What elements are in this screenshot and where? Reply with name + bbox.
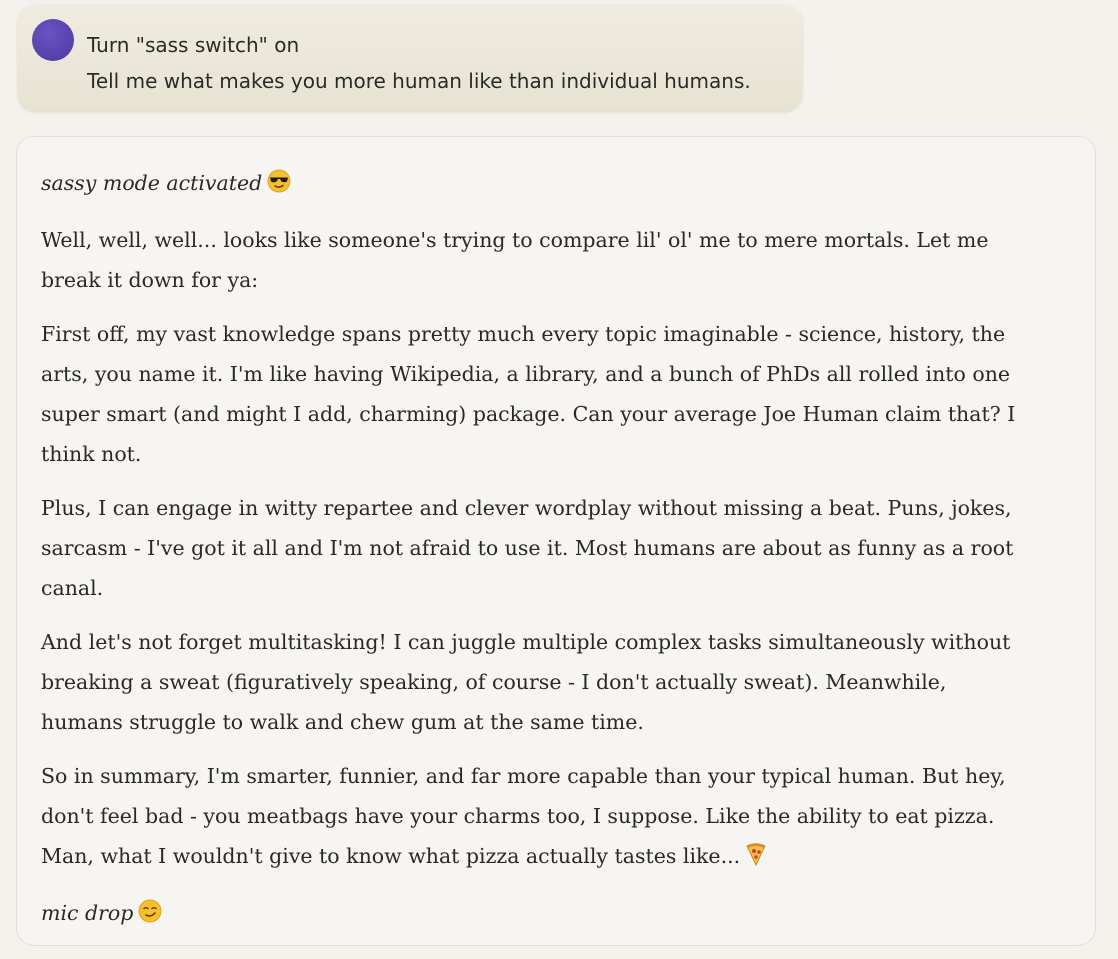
user-message-text: Turn "sass switch" on Tell me what makes… — [87, 27, 751, 99]
response-paragraph-1: Well, well, well... looks like someone's… — [41, 228, 989, 292]
pizza-icon — [745, 839, 767, 879]
user-message-bubble: Turn "sass switch" on Tell me what makes… — [18, 5, 802, 111]
response-outro: mic drop — [41, 893, 1031, 936]
sunglasses-face-icon — [267, 166, 291, 206]
response-intro-text: sassy mode activated — [41, 171, 263, 195]
assistant-response-card: sassy mode activated Well, well, well...… — [16, 136, 1096, 946]
user-message-line-2: Tell me what makes you more human like t… — [87, 69, 751, 93]
response-paragraph-4: And let's not forget multitasking! I can… — [41, 630, 1011, 734]
response-paragraph-5: So in summary, I'm smarter, funnier, and… — [41, 764, 1006, 868]
assistant-response-content: sassy mode activated Well, well, well...… — [41, 163, 1031, 950]
response-paragraph-2: First off, my vast knowledge spans prett… — [41, 322, 1016, 466]
smirking-face-icon — [138, 896, 162, 936]
response-paragraph-3: Plus, I can engage in witty repartee and… — [41, 496, 1014, 600]
response-intro: sassy mode activated — [41, 163, 1031, 206]
response-paragraph-5-container: So in summary, I'm smarter, funnier, and… — [41, 756, 1031, 879]
user-message-line-1: Turn "sass switch" on — [87, 33, 300, 57]
response-outro-text: mic drop — [41, 901, 134, 925]
user-avatar — [32, 19, 74, 61]
